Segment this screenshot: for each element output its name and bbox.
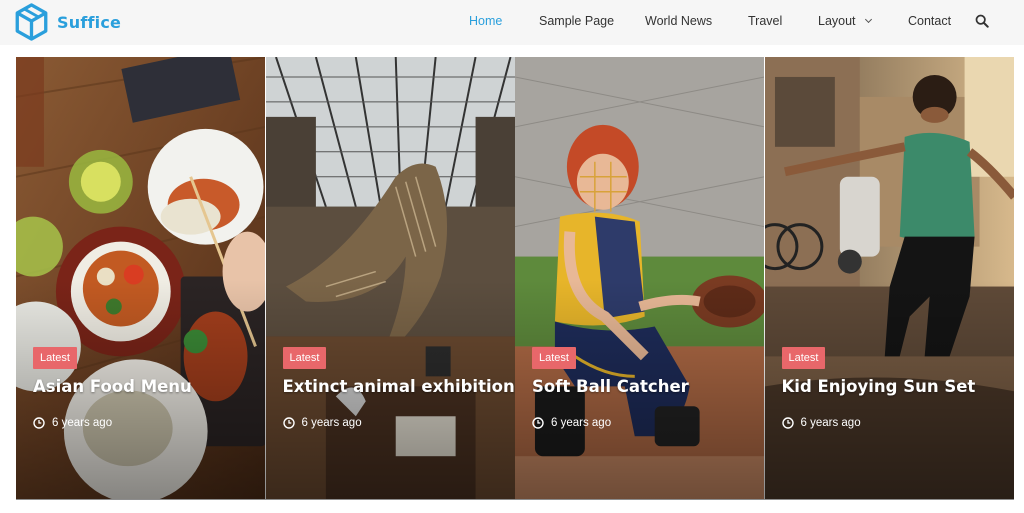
main-navigation: Home Sample Page World News Travel Layou…: [0, 0, 1024, 45]
nav-item-contact[interactable]: Contact: [908, 14, 951, 28]
nav-item-world-news[interactable]: World News: [645, 14, 712, 28]
post-card-softball-catcher[interactable]: Latest Soft Ball Catcher 6 years ago: [515, 57, 765, 500]
post-date[interactable]: 6 years ago: [302, 417, 362, 429]
latest-badge[interactable]: Latest: [33, 347, 77, 369]
post-card-asian-food[interactable]: Latest Asian Food Menu 6 years ago: [16, 57, 266, 500]
latest-badge[interactable]: Latest: [282, 347, 327, 369]
post-card-extinct-animal[interactable]: Latest Extinct animal exhibition 6 years…: [265, 57, 515, 500]
post-title[interactable]: Soft Ball Catcher: [532, 377, 689, 396]
post-date[interactable]: 6 years ago: [801, 417, 861, 429]
site-header: Suffice Home Sample Page World News Trav…: [0, 0, 1024, 45]
latest-badge[interactable]: Latest: [781, 347, 826, 369]
nav-item-travel[interactable]: Travel: [748, 14, 782, 28]
featured-posts-grid: Latest Asian Food Menu 6 years ago Lates…: [16, 57, 1014, 500]
post-title[interactable]: Extinct animal exhibition: [283, 377, 515, 396]
post-meta: 6 years ago: [781, 417, 861, 429]
post-title[interactable]: Asian Food Menu: [33, 377, 192, 396]
clock-icon: [282, 417, 295, 429]
nav-item-layout-label: Layout: [818, 14, 856, 28]
nav-item-sample-page[interactable]: Sample Page: [539, 14, 614, 28]
post-title[interactable]: Kid Enjoying Sun Set: [782, 377, 976, 396]
post-meta: 6 years ago: [33, 417, 112, 429]
post-meta: 6 years ago: [282, 417, 362, 429]
nav-item-home[interactable]: Home: [469, 14, 502, 28]
search-icon[interactable]: [975, 14, 989, 28]
clock-icon: [781, 417, 794, 429]
clock-icon: [532, 417, 544, 429]
post-meta: 6 years ago: [532, 417, 611, 429]
nav-item-layout[interactable]: Layout: [818, 14, 872, 28]
clock-icon: [33, 417, 45, 429]
post-card-kid-sunset[interactable]: Latest Kid Enjoying Sun Set 6 years ago: [764, 57, 1014, 500]
latest-badge[interactable]: Latest: [532, 347, 576, 369]
chevron-down-icon: [864, 15, 872, 24]
post-date[interactable]: 6 years ago: [52, 417, 112, 429]
post-date[interactable]: 6 years ago: [551, 417, 611, 429]
